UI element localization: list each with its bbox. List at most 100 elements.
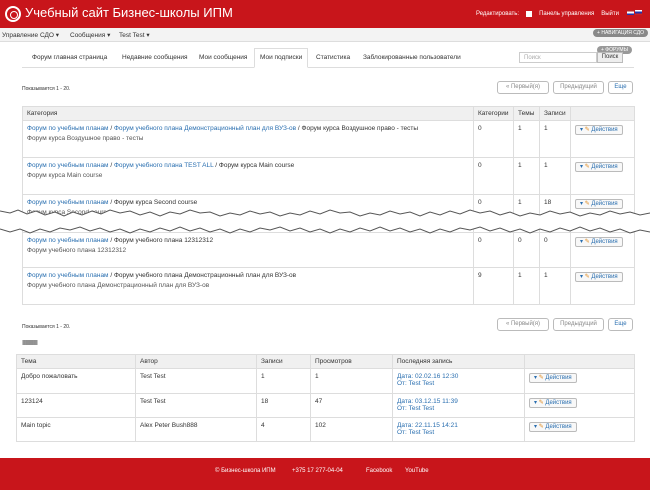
actions-cell: ▾ ✎ Действия — [570, 267, 635, 305]
lms-navigation-button[interactable]: + НАВИГАЦИЯ СДО — [593, 29, 648, 37]
author-link[interactable]: Test Test — [135, 368, 257, 394]
categories-count[interactable]: 9 — [473, 267, 514, 305]
actions-button[interactable]: ▾ ✎ Действия — [575, 272, 623, 282]
menu-item-user[interactable]: Test Test ▾ — [119, 31, 150, 39]
menu-item-lms[interactable]: Управление СДО ▾ — [2, 31, 59, 39]
breadcrumb-link[interactable]: Форум по учебным планам — [27, 162, 109, 169]
threads-count[interactable]: 1 — [513, 157, 540, 195]
posts-count[interactable]: 1 — [539, 267, 571, 305]
footer-facebook-link[interactable]: Facebook — [366, 468, 392, 474]
author-link[interactable]: Test Test — [135, 393, 257, 418]
first-page-button[interactable]: « Первый(я) — [497, 81, 549, 94]
flag-en-icon[interactable] — [627, 10, 634, 15]
table-row: Форум по учебным планам / Форум учебного… — [22, 267, 635, 305]
last-post-date[interactable]: Дата: 02.02.16 12:30 — [397, 373, 520, 380]
actions-button[interactable]: ▾ ✎ Действия — [529, 398, 577, 408]
column-header-threads[interactable]: Темы — [513, 106, 540, 121]
actions-label: Действия — [591, 127, 618, 133]
column-header-author[interactable]: Автор — [135, 354, 257, 369]
footer-youtube-link[interactable]: YouTube — [405, 468, 429, 474]
menu-item-messages[interactable]: Сообщения ▾ — [70, 31, 110, 39]
actions-cell: ▾ ✎ Действия — [524, 393, 635, 418]
posts-count[interactable]: 4 — [256, 417, 311, 442]
last-post-cell: Дата: 03.12.15 11:39 От: Test Test — [392, 393, 525, 418]
tab-blocked-users[interactable]: Заблокированные пользователи — [363, 54, 461, 61]
site-footer: © Бизнес-школа ИПМ +375 17 277-04-04 Fac… — [0, 458, 650, 490]
category-name: Форум курса Воздушное право - тесты — [301, 125, 418, 132]
actions-button[interactable]: ▾ ✎ Действия — [575, 125, 623, 135]
actions-button[interactable]: ▾ ✎ Действия — [529, 373, 577, 383]
caret-down-icon: ▾ — [580, 274, 584, 280]
tab-my-posts[interactable]: Мои сообщения — [199, 54, 247, 61]
last-post-author[interactable]: От: Test Test — [397, 429, 434, 436]
flag-ru-icon[interactable] — [635, 10, 642, 15]
last-post-date[interactable]: Дата: 22.11.15 14:21 — [397, 422, 520, 429]
column-header-category[interactable]: Категория — [22, 106, 474, 121]
footer-copyright: © Бизнес-школа ИПМ — [215, 468, 276, 474]
first-page-button[interactable]: « Первый(я) — [497, 318, 549, 331]
actions-button[interactable]: ▾ ✎ Действия — [529, 422, 577, 432]
threads-count[interactable]: 1 — [513, 267, 540, 305]
tab-forum-home[interactable]: Форум главная страница — [32, 54, 107, 61]
breadcrumb-link[interactable]: Форум по учебным планам — [27, 272, 109, 279]
posts-count[interactable]: 1 — [256, 368, 311, 394]
last-post-author[interactable]: От: Test Test — [397, 380, 434, 387]
threads-count[interactable]: 1 — [513, 120, 540, 158]
actions-cell: ▾ ✎ Действия — [570, 157, 635, 195]
tab-my-subscriptions[interactable]: Мои подписки — [254, 48, 309, 68]
actions-label: Действия — [591, 274, 618, 280]
views-count: 47 — [310, 393, 393, 418]
pencil-icon: ✎ — [584, 274, 590, 280]
more-button[interactable]: Еще — [608, 318, 633, 331]
last-post-date[interactable]: Дата: 03.12.15 11:39 — [397, 398, 520, 405]
tab-statistics[interactable]: Статистика — [316, 54, 350, 61]
showing-count: Показывается 1 - 20. — [22, 324, 71, 330]
column-header-posts[interactable]: Записи — [256, 354, 311, 369]
column-header-posts[interactable]: Записи — [539, 106, 571, 121]
language-flags — [626, 10, 642, 17]
pencil-icon: ✎ — [538, 375, 544, 381]
logo-icon[interactable] — [5, 6, 21, 22]
separator-bars: ||||||||||||||||||||||||||||||||||||||||… — [22, 340, 38, 346]
table-row: Добро пожаловать Test Test 1 1 Дата: 02.… — [16, 368, 635, 394]
topic-link[interactable]: Main topic — [16, 417, 136, 442]
checkbox-icon[interactable] — [526, 10, 533, 17]
pencil-icon: ✎ — [584, 239, 590, 245]
categories-count[interactable]: 0 — [473, 157, 514, 195]
previous-page-button[interactable]: Предыдущий — [553, 81, 604, 94]
column-header-topic[interactable]: Тема — [16, 354, 136, 369]
search-button[interactable]: Поиск — [597, 52, 623, 63]
breadcrumb-link[interactable]: Форум по учебным планам — [27, 237, 109, 244]
breadcrumb-link[interactable]: Форум по учебным планам — [27, 125, 109, 132]
topic-link[interactable]: Добро пожаловать — [16, 368, 136, 394]
topic-link[interactable]: 123124 — [16, 393, 136, 418]
views-count: 1 — [310, 368, 393, 394]
forum-search-input[interactable]: Поиск — [519, 52, 597, 63]
breadcrumb-link[interactable]: Форум учебного плана Демонстрационный пл… — [114, 125, 296, 132]
table-row: 123124 Test Test 18 47 Дата: 03.12.15 11… — [16, 393, 635, 418]
column-header-last-post[interactable]: Последняя запись — [392, 354, 525, 369]
actions-button[interactable]: ▾ ✎ Действия — [575, 162, 623, 172]
site-title[interactable]: Учебный сайт Бизнес-школы ИПМ — [25, 5, 233, 20]
breadcrumb-link[interactable]: Форум учебного плана TEST ALL — [114, 162, 214, 169]
table-row: Main topic Alex Peter Bush888 4 102 Дата… — [16, 417, 635, 442]
control-panel-link[interactable]: Панель управления — [539, 11, 594, 17]
posts-count[interactable]: 1 — [539, 120, 571, 158]
column-header-actions — [524, 354, 635, 369]
posts-count[interactable]: 1 — [539, 157, 571, 195]
more-button[interactable]: Еще — [608, 81, 633, 94]
last-post-author[interactable]: От: Test Test — [397, 405, 434, 412]
tab-recent-posts[interactable]: Недавние сообщения — [122, 54, 188, 61]
logout-link[interactable]: Выйти — [601, 11, 619, 17]
column-header-categories[interactable]: Категории — [473, 106, 514, 121]
caret-down-icon: ▾ — [534, 375, 538, 381]
author-link[interactable]: Alex Peter Bush888 — [135, 417, 257, 442]
previous-page-button[interactable]: Предыдущий — [553, 318, 604, 331]
actions-button[interactable]: ▾ ✎ Действия — [575, 237, 623, 247]
posts-count[interactable]: 18 — [256, 393, 311, 418]
column-header-views[interactable]: Просмотров — [310, 354, 393, 369]
category-description: Форум учебного плана 12312312 — [27, 247, 127, 254]
footer-phone[interactable]: +375 17 277-04-04 — [292, 468, 343, 474]
actions-cell: ▾ ✎ Действия — [570, 120, 635, 158]
categories-count[interactable]: 0 — [473, 120, 514, 158]
